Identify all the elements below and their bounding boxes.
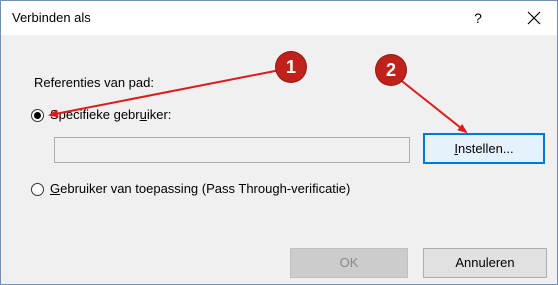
specific-user-label[interactable]: Specifieke gebruiker: xyxy=(50,107,171,122)
specific-user-radio[interactable] xyxy=(31,109,44,122)
specific-user-field xyxy=(54,137,410,163)
instellen-button[interactable]: Instellen... xyxy=(423,133,545,164)
credentials-group-label: Referenties van pad: xyxy=(34,75,154,90)
annotation-badge-2: 2 xyxy=(376,55,406,85)
close-button[interactable] xyxy=(516,4,552,32)
close-icon xyxy=(527,11,541,25)
help-button[interactable]: ? xyxy=(463,4,493,32)
annotation-badge-1: 1 xyxy=(276,52,306,82)
passthrough-user-label[interactable]: Gebruiker van toepassing (Pass Through-v… xyxy=(50,181,350,196)
dialog-title: Verbinden als xyxy=(12,10,91,25)
passthrough-user-radio[interactable] xyxy=(31,183,44,196)
title-bar: Verbinden als ? xyxy=(1,1,557,35)
connect-as-dialog: Verbinden als ? Referenties van pad: Spe… xyxy=(0,0,558,285)
ok-button[interactable]: OK xyxy=(290,248,408,278)
cancel-button[interactable]: Annuleren xyxy=(423,248,547,278)
